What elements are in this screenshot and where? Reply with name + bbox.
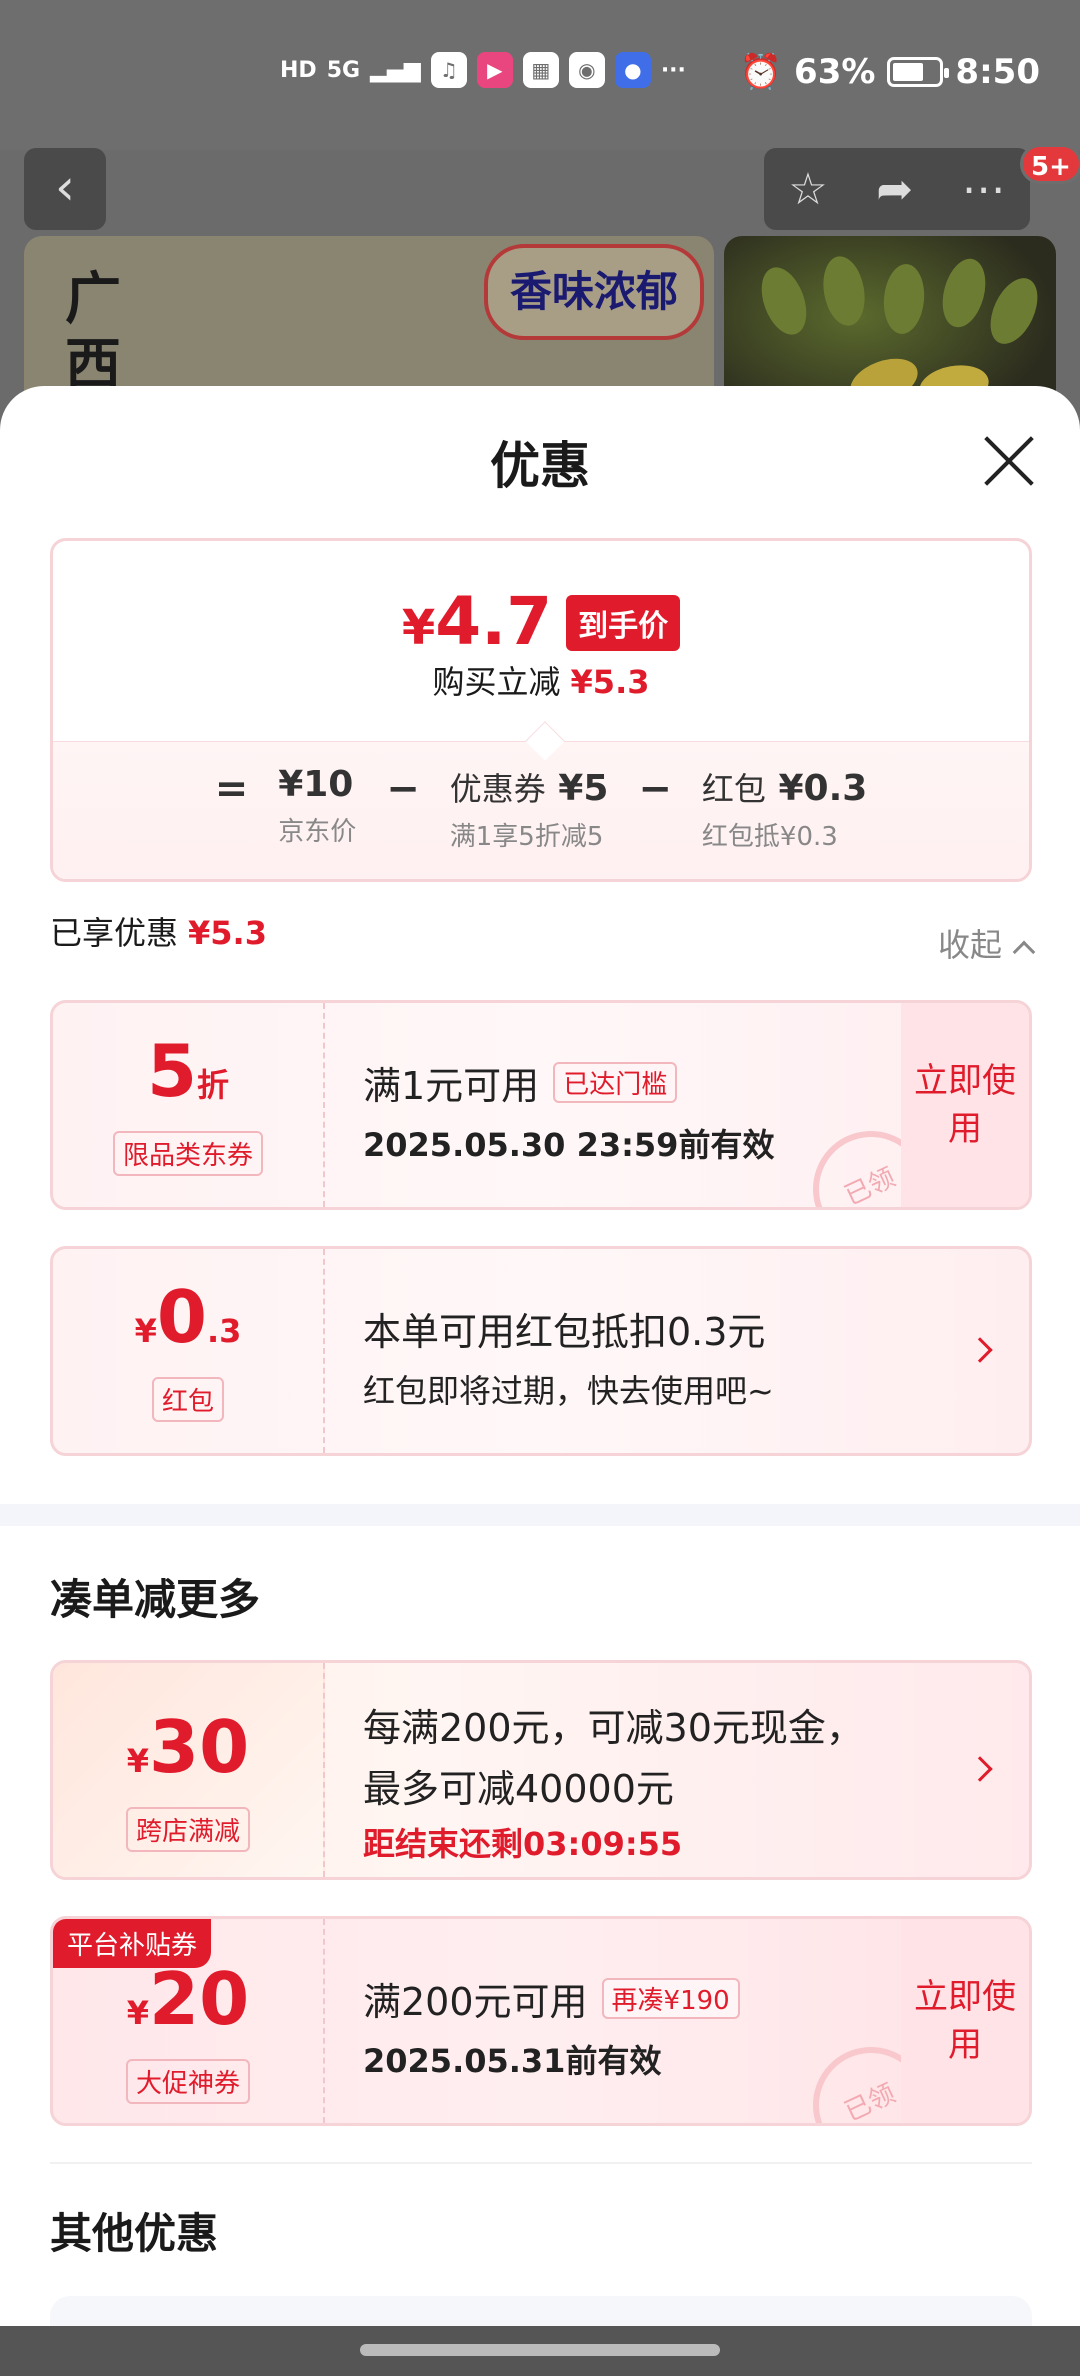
coupon-amount: 5折 xyxy=(146,1029,230,1113)
final-price-row: ¥4.7 到手价 xyxy=(53,583,1029,660)
system-nav-bar xyxy=(0,2326,1080,2376)
wechat-icon: ◉ xyxy=(568,52,605,88)
hongbao-card[interactable]: ¥0.3 红包 本单可用红包抵扣0.3元 红包即将过期，快去使用吧~ xyxy=(50,1246,1032,1456)
alarm-icon: ⏰ xyxy=(739,52,783,92)
banner-region-text: 广西 xyxy=(65,266,121,398)
final-price-tag: 到手价 xyxy=(566,595,681,651)
countdown: 距结束还剩03:09:55 xyxy=(363,1825,683,1863)
coupon-type: 跨店满减 xyxy=(125,1807,250,1852)
video-app-icon: ▶ xyxy=(476,52,513,88)
hongbao-amount: ¥0.3 xyxy=(134,1275,242,1359)
star-icon[interactable]: ☆ xyxy=(788,164,827,215)
network-indicator: 5G xyxy=(326,57,361,83)
header-actions: ☆ ➦ ⋯ xyxy=(764,148,1030,230)
other-discount-title: 其他优惠 xyxy=(50,2209,219,2258)
clock: 8:50 xyxy=(955,52,1040,92)
instant-reduction: 购买立减 ¥5.3 xyxy=(432,663,650,701)
coupon-validity: 2025.05.31前有效 xyxy=(363,2042,662,2080)
chevron-right-icon xyxy=(967,1337,993,1363)
message-badge: 5+ xyxy=(1020,144,1080,184)
calendar-app-icon: ▦ xyxy=(522,52,559,88)
coupon-condition: 满200元可用 xyxy=(363,1980,588,2024)
status-bar: HD 5G ▂▄▆ ♫ ▶ ▦ ◉ ● ··· ⏰ 63% 8:50 xyxy=(0,0,1080,150)
status-icons-right: ⏰ 63% 8:50 xyxy=(740,52,1040,92)
close-icon[interactable] xyxy=(982,434,1036,488)
back-arrow-icon[interactable]: ‹ xyxy=(24,148,106,230)
threshold-badge: 已达门槛 xyxy=(553,1062,678,1103)
use-now-button[interactable]: 立即使用 xyxy=(901,1003,1029,1207)
platform-coupon: 平台补贴券 ¥20 大促神券 满200元可用 再凑¥190 2025.05.31前… xyxy=(50,1916,1032,2126)
more-discount-title: 凑单减更多 xyxy=(50,1575,261,1624)
chevron-right-icon xyxy=(967,1756,993,1782)
coupon-type: 大促神券 xyxy=(125,2059,250,2104)
battery-percent: 63% xyxy=(794,52,876,92)
final-price: ¥4.7 xyxy=(401,583,553,660)
home-gesture-bar[interactable] xyxy=(360,2344,720,2356)
enjoyed-discount: 已享优惠 ¥5.3 xyxy=(50,914,267,952)
status-icons-left: HD 5G ▂▄▆ ♫ ▶ ▦ ◉ ● ··· xyxy=(280,52,686,88)
collapse-button[interactable]: 收起 xyxy=(938,920,1036,966)
coupon-card: 5折 限品类东券 满1元可用 已达门槛 2025.05.30 23:59前有效 已… xyxy=(50,1000,1032,1210)
discount-sheet: 优惠 ¥4.7 到手价 购买立减¥5.3 = ¥10 京东价 − 优惠券 ¥5 xyxy=(0,386,1080,2376)
music-app-icon: ♫ xyxy=(430,52,467,88)
use-now-button[interactable]: 立即使用 xyxy=(901,1919,1029,2123)
coupon-rule-cap: 最多可减40000元 xyxy=(363,1767,674,1811)
jd-price-term: ¥10 京东价 xyxy=(278,764,357,847)
browser-app-icon: ● xyxy=(614,52,651,88)
coupon-condition: 满1元可用 xyxy=(363,1064,540,1108)
price-summary-card: ¥4.7 到手价 购买立减 ¥5.3 = ¥10 京东价 − 优惠券 ¥5 满1享… xyxy=(50,538,1032,882)
cross-store-coupon[interactable]: ¥30 跨店满减 每满200元，可减30元现金， 最多可减40000元 距结束还… xyxy=(50,1660,1032,1880)
minus-sign: − xyxy=(638,766,672,812)
sheet-title: 优惠 xyxy=(490,437,590,495)
more-icon[interactable]: ⋯ xyxy=(962,164,1006,215)
coupon-amount: ¥20 xyxy=(126,1957,250,2041)
coupon-term: 优惠券 ¥5 满1享5折减5 xyxy=(449,768,609,852)
banner-slogan: 香味浓郁 xyxy=(484,244,704,340)
hongbao-type: 红包 xyxy=(151,1377,224,1422)
battery-icon xyxy=(887,57,950,87)
price-formula: = ¥10 京东价 − 优惠券 ¥5 满1享5折减5 − 红包 ¥0.3 红包抵… xyxy=(53,741,1029,879)
more-notifications-icon: ··· xyxy=(660,57,686,83)
coupon-type: 限品类东券 xyxy=(112,1131,263,1176)
hongbao-note: 红包即将过期，快去使用吧~ xyxy=(363,1372,774,1410)
coupon-validity: 2025.05.30 23:59前有效 xyxy=(363,1126,775,1164)
share-icon[interactable]: ➦ xyxy=(876,164,913,215)
coupon-amount: ¥30 xyxy=(126,1705,250,1789)
hongbao-term: 红包 ¥0.3 红包抵¥0.3 xyxy=(701,768,868,852)
minus-sign: − xyxy=(386,766,420,812)
hd-indicator: HD xyxy=(280,57,317,83)
coupon-rule: 每满200元，可减30元现金， xyxy=(363,1706,864,1750)
hongbao-title: 本单可用红包抵扣0.3元 xyxy=(363,1310,766,1354)
signal-icon: ▂▄▆ xyxy=(370,57,421,83)
equals-sign: = xyxy=(214,766,249,812)
add-more-badge: 再凑¥190 xyxy=(601,1978,740,2019)
chevron-up-icon xyxy=(1012,940,1036,964)
